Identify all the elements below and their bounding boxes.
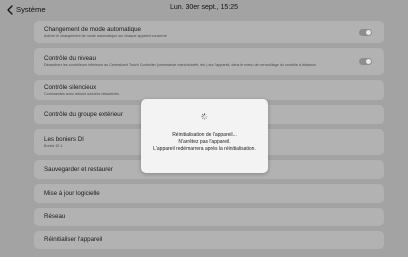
setting-title: Réinitialiser l'appareil — [44, 236, 103, 243]
setting-description: Désactivez les contrôleurs inférieurs au… — [44, 63, 317, 67]
setting-title: Mise à jour logicielle — [44, 189, 100, 197]
setting-reset-device[interactable]: Réinitialiser l'appareil — [34, 231, 384, 249]
top-bar: Système Lun. 30er sept., 15:25 — [0, 0, 408, 20]
setting-software-update[interactable]: Mise à jour logicielle — [34, 184, 384, 203]
setting-title: Changement de mode automatique — [44, 25, 142, 33]
auto-mode-toggle[interactable] — [359, 28, 372, 36]
dialog-line-do-not-turn-off: N'arrêtez pas l'appareil. — [178, 139, 231, 145]
setting-auto-mode-change[interactable]: Changement de mode automatique Activer l… — [34, 21, 384, 43]
setting-level-control[interactable]: Contrôle du niveau Désactivez les contrô… — [34, 48, 384, 75]
setting-description: Commandes avec retours sonores désactivé… — [44, 91, 120, 96]
setting-title: Réseau — [44, 213, 66, 220]
dialog-message: Réinitialisation de l'appareil... N'arrê… — [141, 132, 268, 153]
date-time: Lun. 30er sept., 15:25 — [169, 4, 239, 11]
setting-title: Contrôle du niveau — [44, 55, 96, 62]
dialog-line-resetting: Réinitialisation de l'appareil... — [172, 132, 237, 138]
setting-network[interactable]: Réseau — [34, 208, 384, 226]
setting-silent-control[interactable]: Contrôle silencieux Commandes avec retou… — [34, 80, 384, 100]
reset-progress-dialog: Réinitialisation de l'appareil... N'arrê… — [141, 99, 268, 173]
setting-description: Activer le changement de mode automatiqu… — [44, 33, 167, 38]
level-control-toggle[interactable] — [359, 58, 372, 65]
dialog-line-restart-notice: L'appareil redémarrera après la réinitia… — [153, 146, 256, 152]
loading-spinner-icon — [201, 113, 208, 120]
setting-title: Contrôle silencieux — [44, 83, 97, 91]
